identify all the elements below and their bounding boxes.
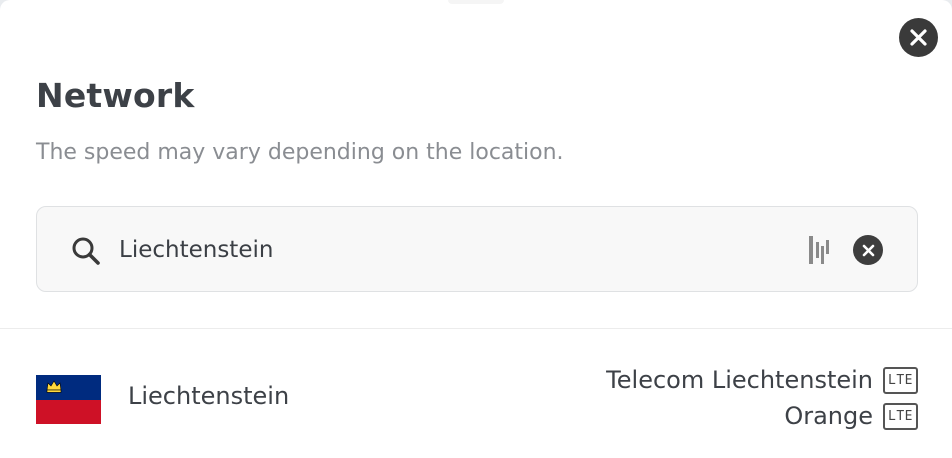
network-list: Telecom Liechtenstein LTE Orange LTE [606, 362, 918, 434]
country-name: Liechtenstein [128, 382, 290, 410]
divider [0, 328, 952, 329]
network-modal: Network The speed may vary depending on … [0, 0, 952, 458]
clear-search-button[interactable] [853, 235, 883, 265]
network-name: Orange [784, 402, 873, 430]
search-input[interactable] [119, 231, 759, 269]
grab-handle[interactable] [448, 0, 504, 4]
network-item: Orange LTE [606, 398, 918, 434]
crown-icon [46, 380, 62, 393]
close-button[interactable] [899, 18, 938, 57]
close-icon [910, 29, 927, 46]
list-item[interactable]: Liechtenstein Telecom Liechtenstein LTE … [0, 330, 952, 458]
clear-icon [862, 244, 874, 256]
barcode-icon[interactable] [808, 236, 830, 264]
flag-bottom-band [36, 400, 101, 424]
search-box [36, 206, 918, 292]
network-name: Telecom Liechtenstein [606, 366, 873, 394]
page-title: Network [36, 76, 195, 115]
liechtenstein-flag-icon [36, 375, 101, 424]
lte-badge: LTE [883, 402, 918, 430]
lte-badge: LTE [883, 366, 918, 394]
network-item: Telecom Liechtenstein LTE [606, 362, 918, 398]
page-subtitle: The speed may vary depending on the loca… [36, 140, 564, 165]
search-icon [72, 237, 100, 265]
